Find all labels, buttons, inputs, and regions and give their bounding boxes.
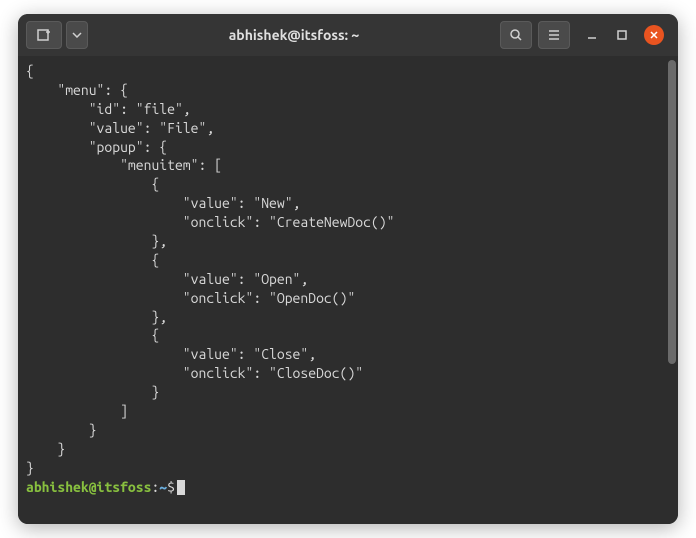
search-button[interactable]: [500, 21, 532, 49]
new-tab-icon: [36, 28, 52, 42]
maximize-button[interactable]: [614, 27, 630, 43]
minimize-icon: [587, 30, 597, 40]
titlebar-right: [500, 21, 670, 49]
terminal-output: { "menu": { "id": "file", "value": "File…: [26, 63, 394, 476]
terminal-window: abhishek@itsfoss: ~: [18, 14, 678, 524]
window-title: abhishek@itsfoss: ~: [94, 27, 494, 43]
close-icon: [650, 31, 658, 39]
cursor: [177, 480, 185, 495]
titlebar: abhishek@itsfoss: ~: [18, 14, 678, 56]
terminal-content: { "menu": { "id": "file", "value": "File…: [26, 62, 670, 496]
terminal-body[interactable]: { "menu": { "id": "file", "value": "File…: [18, 56, 678, 524]
titlebar-left: [26, 21, 88, 49]
minimize-button[interactable]: [584, 27, 600, 43]
chevron-down-icon: [72, 32, 82, 38]
prompt-dollar: $: [167, 479, 175, 495]
new-tab-button[interactable]: [26, 21, 62, 49]
hamburger-icon: [547, 29, 561, 41]
close-button[interactable]: [644, 25, 664, 45]
window-controls: [584, 25, 664, 45]
prompt-path: ~: [159, 479, 167, 495]
maximize-icon: [617, 30, 627, 40]
tab-dropdown-button[interactable]: [66, 21, 88, 49]
menu-button[interactable]: [538, 21, 570, 49]
scrollbar[interactable]: [668, 60, 676, 364]
prompt-user: abhishek@itsfoss: [26, 479, 151, 495]
search-icon: [509, 28, 523, 42]
